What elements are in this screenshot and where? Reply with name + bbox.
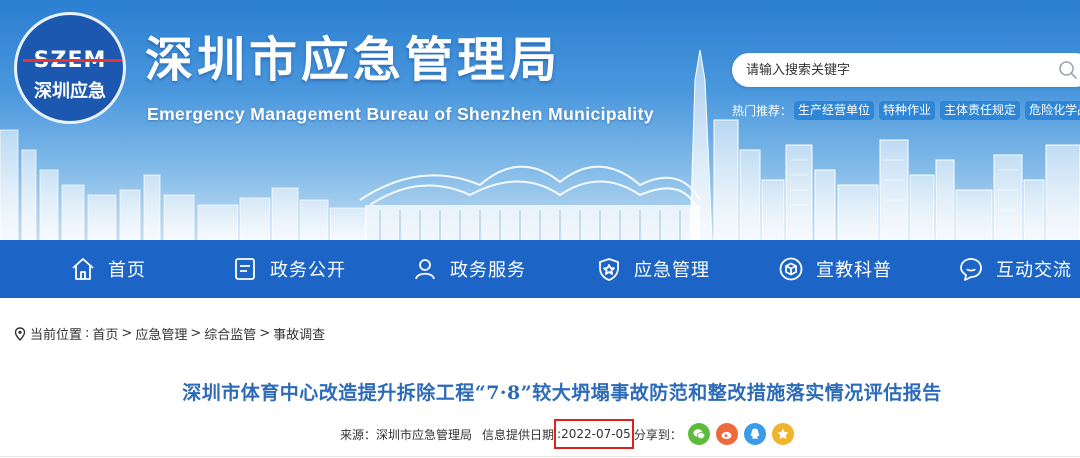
nav-item-gov-services[interactable]: 政务服务 bbox=[412, 240, 526, 298]
home-icon bbox=[72, 258, 94, 280]
location-pin-icon bbox=[14, 326, 26, 341]
divider bbox=[0, 456, 1080, 457]
hot-tag[interactable]: 危险化学品 bbox=[1025, 100, 1080, 120]
nav-label: 政务服务 bbox=[450, 260, 526, 281]
document-icon bbox=[235, 258, 255, 280]
article-date: 2022-07-05 bbox=[561, 427, 631, 441]
shield-icon bbox=[599, 258, 619, 281]
article-meta: 来源：深圳市应急管理局 信息提供日期 :2022-07-05 分享到： bbox=[340, 419, 794, 449]
article-date-label: 信息提供日期 bbox=[482, 427, 555, 442]
breadcrumb-colon: : bbox=[85, 326, 90, 341]
logo-red-line bbox=[23, 59, 123, 62]
share-qzone-button[interactable] bbox=[771, 423, 794, 445]
cube-icon bbox=[779, 257, 803, 281]
chat-icon bbox=[960, 258, 982, 281]
search-input[interactable] bbox=[746, 59, 1046, 81]
share-wechat-button[interactable] bbox=[687, 423, 710, 445]
logo-text: 深圳应急 bbox=[34, 81, 106, 102]
hot-tag[interactable]: 主体责任规定 bbox=[940, 100, 1021, 120]
search-box bbox=[732, 53, 1080, 87]
breadcrumb-item[interactable]: 应急管理 bbox=[135, 324, 187, 343]
nav-label: 政务公开 bbox=[270, 260, 346, 281]
breadcrumb-separator: > bbox=[190, 326, 202, 341]
nav-item-emergency[interactable]: 应急管理 bbox=[596, 240, 710, 298]
breadcrumb-separator: > bbox=[121, 326, 133, 341]
breadcrumb-item[interactable]: 事故调查 bbox=[273, 324, 325, 343]
weibo-icon bbox=[721, 431, 732, 440]
hot-keywords: 热门推荐： 生产经营单位 特种作业 主体责任规定 危险化学品 bbox=[732, 100, 1080, 120]
article-date-highlight: :2022-07-05 bbox=[554, 419, 634, 449]
article-title: 深圳市体育中心改造提升拆除工程“7·8”较大坍塌事故防范和整改措施落实情况评估报… bbox=[182, 382, 942, 404]
nav-label: 互动交流 bbox=[996, 260, 1072, 281]
nav-label: 应急管理 bbox=[634, 260, 710, 281]
site-title: 深圳市应急管理局 bbox=[145, 32, 562, 88]
breadcrumb-separator: > bbox=[259, 326, 271, 341]
nav-item-education[interactable]: 宣教科普 bbox=[778, 240, 892, 298]
share-qq-button[interactable] bbox=[743, 423, 766, 445]
qzone-icon bbox=[777, 428, 789, 439]
main-nav: 首页 政务公开 政务服务 应急管理 宣教科普 互动交流 bbox=[0, 240, 1080, 298]
breadcrumb-item[interactable]: 首页 bbox=[92, 324, 118, 343]
qq-icon bbox=[750, 428, 760, 439]
hot-tag[interactable]: 生产经营单位 bbox=[794, 100, 875, 120]
nav-item-gov-affairs[interactable]: 政务公开 bbox=[232, 240, 346, 298]
nav-item-interaction[interactable]: 互动交流 bbox=[958, 240, 1072, 298]
site-logo[interactable]: SZEM 深圳应急 bbox=[14, 12, 126, 124]
user-icon bbox=[415, 259, 435, 280]
share-weibo-button[interactable] bbox=[715, 423, 738, 445]
share-label: 分享到： bbox=[633, 427, 682, 442]
breadcrumb-prefix: 当前位置 bbox=[30, 328, 83, 343]
nav-item-home[interactable]: 首页 bbox=[70, 240, 146, 298]
hot-keywords-label: 热门推荐： bbox=[732, 103, 793, 118]
breadcrumb-item[interactable]: 综合监管 bbox=[204, 324, 256, 343]
header-banner: SZEM 深圳应急 深圳市应急管理局 Emergency Management … bbox=[0, 0, 1080, 240]
nav-label: 宣教科普 bbox=[816, 260, 892, 281]
search-icon[interactable] bbox=[1058, 60, 1078, 80]
nav-label: 首页 bbox=[108, 260, 146, 281]
wechat-icon bbox=[693, 429, 706, 440]
hot-tag[interactable]: 特种作业 bbox=[879, 100, 936, 120]
breadcrumb: 当前位置 : 首页 > 应急管理 > 综合监管 > 事故调查 bbox=[14, 324, 325, 343]
article-source: 来源：深圳市应急管理局 bbox=[340, 427, 473, 442]
site-subtitle: Emergency Management Bureau of Shenzhen … bbox=[147, 104, 655, 124]
